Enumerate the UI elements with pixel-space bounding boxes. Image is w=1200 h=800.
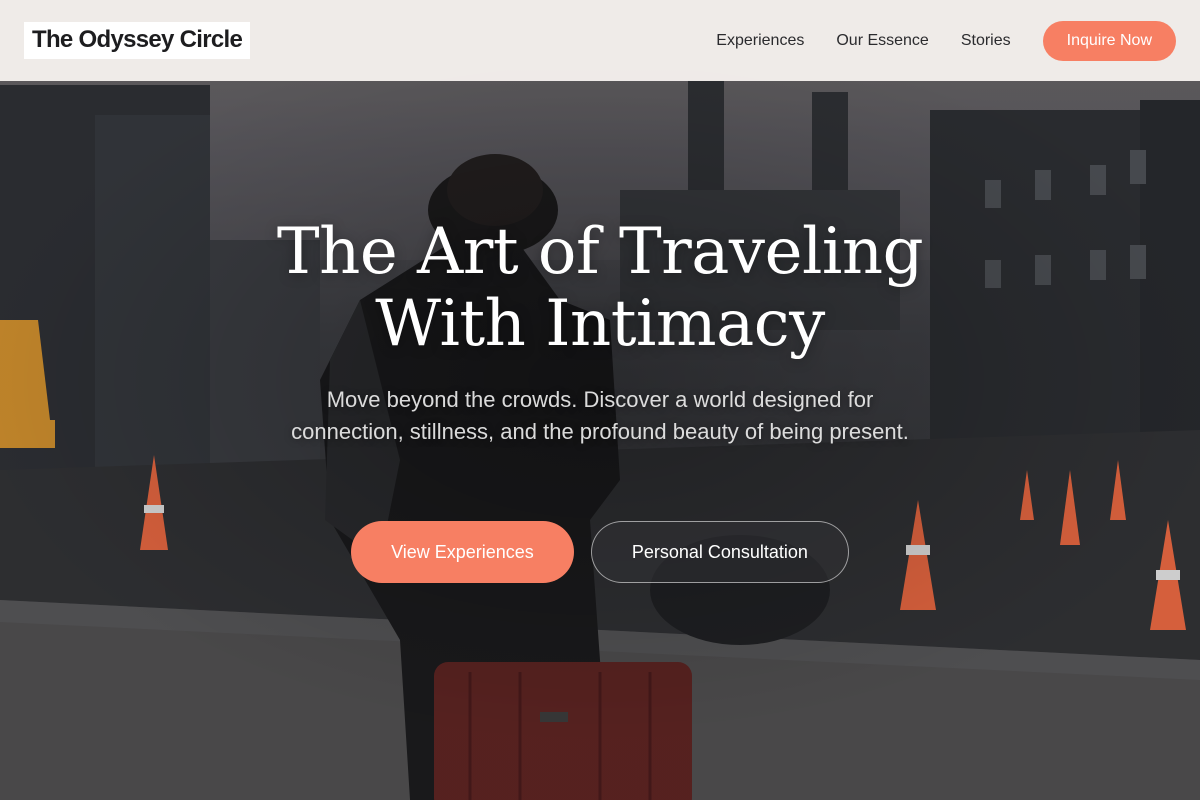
site-header: The Odyssey Circle Experiences Our Essen… (0, 0, 1200, 81)
main-nav: Experiences Our Essence Stories Inquire … (716, 20, 1176, 61)
hero-title-line-2: With Intimacy (375, 287, 825, 361)
nav-link-our-essence[interactable]: Our Essence (836, 31, 928, 51)
view-experiences-button[interactable]: View Experiences (351, 521, 574, 583)
hero-subtitle: Move beyond the crowds. Discover a world… (291, 387, 909, 444)
nav-link-experiences[interactable]: Experiences (716, 31, 804, 51)
hero-actions: View Experiences Personal Consultation (0, 521, 1200, 583)
personal-consultation-button[interactable]: Personal Consultation (590, 521, 849, 583)
hero-title-line-1: The Art of Traveling (276, 215, 924, 289)
hero-title: The Art of Traveling With Intimacy (0, 216, 1200, 360)
inquire-now-button[interactable]: Inquire Now (1042, 20, 1176, 61)
site-logo[interactable]: The Odyssey Circle (24, 22, 251, 59)
nav-link-stories[interactable]: Stories (961, 31, 1011, 51)
